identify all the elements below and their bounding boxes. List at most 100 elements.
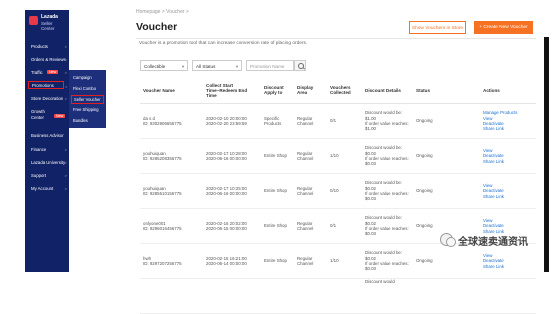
discount-condition: If order value reaches: $1.00 bbox=[365, 121, 409, 132]
table-row: da s d ID: 9302906656775 2020-02-10 20:00… bbox=[140, 103, 536, 139]
lazada-logo[interactable]: Lazada Seller Center bbox=[29, 14, 67, 32]
voucher-name: youhuiquan bbox=[143, 185, 166, 191]
header-divider bbox=[136, 38, 536, 39]
discount-apply-to: Entire Shop bbox=[261, 173, 294, 209]
flyout-item-bundles[interactable]: Bundles bbox=[73, 118, 88, 123]
redeem-end-time: 2020-06-16 00:00:00 bbox=[206, 156, 247, 161]
share-link[interactable]: Share Link bbox=[483, 159, 533, 164]
sidebar-item-label: Lazada University bbox=[31, 160, 66, 165]
collect-start-time: 2020-02-17 10:28:00 bbox=[206, 150, 247, 156]
discount-apply-to: Entire Shop bbox=[261, 208, 294, 244]
flyout-item-campaign[interactable]: Campaign bbox=[73, 75, 92, 80]
sidebar-item-finance[interactable]: Finance > bbox=[25, 147, 69, 155]
discount-condition: If order value reaches: $0.03 bbox=[365, 191, 409, 202]
redeem-end-time: 2020-06-16 00:00:00 bbox=[206, 191, 247, 196]
wechat-watermark: 全球速卖通资讯 bbox=[440, 232, 552, 250]
voucher-name: da s d bbox=[143, 115, 155, 121]
sidebar-item-my-account[interactable]: My Account > bbox=[25, 186, 69, 194]
discount-amount: Discount would be: $0.02 bbox=[365, 145, 403, 156]
sidebar-item-growth-center[interactable]: Growth Center New bbox=[25, 109, 69, 125]
breadcrumb: Homepage > Voucher > bbox=[136, 9, 189, 15]
sidebar-item-promotions[interactable]: Promotions bbox=[28, 81, 64, 89]
breadcrumb-homepage[interactable]: Homepage bbox=[136, 9, 160, 15]
sidebar-item-business-advisor[interactable]: Business Advisor bbox=[25, 133, 69, 141]
column-header-time: Collect Start Time~Redeem End Time bbox=[203, 77, 261, 104]
chevron-right-icon: > bbox=[64, 70, 67, 75]
voucher-id: ID: 9296016456775 bbox=[143, 226, 182, 231]
sidebar-item-label: Store Decoration bbox=[31, 96, 64, 101]
discount-apply-to: Entire Shop bbox=[261, 138, 294, 174]
sidebar-item-traffic[interactable]: Traffic New > bbox=[25, 70, 69, 78]
flyout-item-free-shipping[interactable]: Free Shipping bbox=[73, 107, 99, 112]
collect-start-time: 2020-02-15 16:21:00 bbox=[206, 255, 247, 261]
table-row: youhuiquan ID: 9285208356775 2020-02-17 1… bbox=[140, 138, 536, 174]
status-value: All Status bbox=[196, 64, 216, 69]
sidebar-item-orders[interactable]: Orders & Reviews > bbox=[25, 57, 69, 65]
promotions-flyout-menu: Campaign Flexi Combo Seller Voucher Free… bbox=[69, 70, 106, 128]
flyout-item-flexi-combo[interactable]: Flexi Combo bbox=[73, 86, 96, 91]
status-select[interactable]: All Status ▼ bbox=[192, 60, 242, 71]
watermark-text: 全球速卖通资讯 bbox=[458, 237, 528, 248]
new-badge: New bbox=[54, 114, 66, 118]
sidebar-item-label: Traffic bbox=[31, 70, 43, 75]
chevron-right-icon: > bbox=[64, 160, 67, 165]
discount-amount: Discount would be: $0.02 bbox=[365, 250, 403, 261]
display-area: Regular Channel bbox=[294, 173, 327, 209]
column-header-voucher-name: Voucher Name bbox=[140, 77, 203, 104]
show-vouchers-in-store-button[interactable]: Show Vouchers in Store bbox=[409, 21, 466, 34]
display-area: Regular Channel bbox=[294, 243, 327, 279]
discount-apply-to: Specific Products bbox=[261, 103, 294, 139]
table-row: youhuiquan ID: 9285610156775 2020-02-17 1… bbox=[140, 173, 536, 209]
sidebar: Lazada Seller Center Products > Orders &… bbox=[25, 10, 69, 272]
voucher-table: Voucher Name Collect Start Time~Redeem E… bbox=[140, 77, 536, 314]
new-badge: New bbox=[47, 70, 59, 74]
voucher-id: ID: 9285610156775 bbox=[143, 191, 182, 196]
logo-subtitle: Seller Center bbox=[41, 21, 55, 31]
share-link[interactable]: Share Link bbox=[483, 264, 533, 269]
discount-amount: Discount would be: $0.02 bbox=[365, 180, 403, 191]
share-link[interactable]: Share Link bbox=[483, 194, 533, 199]
chevron-right-icon: > bbox=[64, 96, 67, 101]
voucher-type-select[interactable]: Collectible ▼ bbox=[140, 60, 188, 71]
discount-condition: If order value reaches: $0.03 bbox=[365, 261, 409, 272]
promotion-name-search-input[interactable]: Promotion Name bbox=[246, 60, 294, 71]
sidebar-item-label: Finance bbox=[31, 147, 47, 152]
sidebar-item-label: Growth Center bbox=[31, 109, 45, 120]
breadcrumb-voucher[interactable]: Voucher bbox=[166, 9, 184, 15]
vouchers-collected: 1/10 bbox=[327, 243, 362, 279]
table-header-row: Voucher Name Collect Start Time~Redeem E… bbox=[140, 77, 536, 104]
sidebar-item-label: Support bbox=[31, 173, 47, 178]
chevron-right-icon: > bbox=[64, 147, 67, 152]
sidebar-item-store-decoration[interactable]: Store Decoration > bbox=[25, 96, 69, 104]
collect-start-time: 2020-02-17 10:25:00 bbox=[206, 185, 247, 191]
discount-amount: Discount would bbox=[365, 279, 395, 284]
voucher-status: Ongoing bbox=[413, 138, 480, 174]
table-row: Discount would bbox=[140, 278, 536, 314]
chevron-down-icon: ▼ bbox=[235, 64, 239, 69]
sidebar-item-label: My Account bbox=[31, 186, 54, 191]
column-header-actions: Actions bbox=[480, 77, 536, 104]
display-area: Regular Channel bbox=[294, 208, 327, 244]
sidebar-item-support[interactable]: Support > bbox=[25, 173, 69, 181]
voucher-id: ID: 9297207256775 bbox=[143, 261, 182, 266]
breadcrumb-separator: > bbox=[185, 9, 189, 15]
logo-title: Lazada bbox=[41, 14, 58, 20]
sidebar-item-lazada-university[interactable]: Lazada University > bbox=[25, 160, 69, 168]
flyout-item-seller-voucher[interactable]: Seller Voucher bbox=[71, 95, 104, 104]
share-link[interactable]: Share Link bbox=[483, 126, 533, 131]
create-new-voucher-button[interactable]: + Create New Voucher bbox=[474, 21, 533, 34]
redeem-end-time: 2020-06-14 00:00:00 bbox=[206, 261, 247, 266]
page-description: Voucher is a promotion tool that can inc… bbox=[139, 41, 308, 46]
sidebar-item-label: Orders & Reviews bbox=[31, 57, 66, 62]
search-button[interactable] bbox=[294, 60, 306, 71]
voucher-id: ID: 9285208356775 bbox=[143, 156, 182, 161]
sidebar-item-products[interactable]: Products > bbox=[25, 44, 69, 52]
chevron-down-icon: ▼ bbox=[181, 64, 185, 69]
vouchers-collected: 1/10 bbox=[327, 138, 362, 174]
chevron-right-icon: > bbox=[64, 173, 67, 178]
voucher-id: ID: 9302906656775 bbox=[143, 121, 182, 126]
voucher-status: Ongoing bbox=[413, 103, 480, 139]
sidebar-item-label: Products bbox=[31, 44, 48, 49]
display-area: Regular Channel bbox=[294, 103, 327, 139]
discount-condition: If order value reaches: $0.03 bbox=[365, 156, 409, 167]
